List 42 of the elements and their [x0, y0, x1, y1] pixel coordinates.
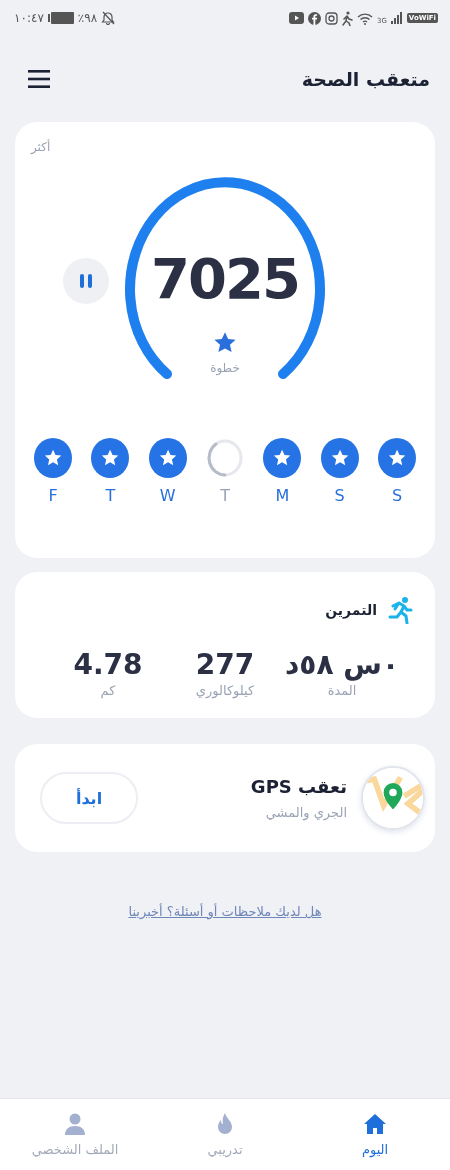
clock-text: ١٠:٤٧ [14, 11, 44, 25]
video-icon [288, 12, 304, 24]
wifi-icon [356, 11, 373, 25]
nav-tab[interactable]: تدريبي [150, 1099, 300, 1170]
section-title: التمرين [325, 602, 377, 618]
step-count: 7025 [151, 246, 299, 311]
stat-value: 4.78 [73, 648, 143, 681]
stat-label: كم [100, 683, 116, 698]
day-label: W [159, 486, 176, 505]
nav-tab[interactable]: الملف الشخصي [0, 1099, 150, 1170]
stat-label: المدة [327, 683, 357, 698]
day-label: T [220, 486, 230, 505]
camera-icon [324, 11, 338, 25]
feedback-link[interactable]: هل لديك ملاحظات أو أسئلة؟ أخبرينا [128, 904, 322, 919]
app-title: متعقب الصحة [301, 68, 430, 90]
stat-label: كيلوكالوري [195, 683, 255, 698]
gps-subtitle: الجري والمشي [264, 805, 347, 820]
social-icon [307, 11, 321, 25]
day-label: S [334, 486, 345, 505]
pause-button[interactable] [63, 258, 109, 304]
battery-text: ٪٩٨ [77, 11, 98, 25]
running-icon [387, 596, 413, 624]
stat-value: 277 [195, 648, 255, 681]
walking-icon [341, 10, 353, 26]
gps-title: تعقب GPS [249, 776, 347, 797]
map-pin-icon [361, 766, 425, 830]
home-icon [363, 1112, 387, 1136]
bell-off-icon [101, 11, 116, 25]
menu-icon[interactable] [28, 70, 50, 88]
signal-icon [390, 12, 403, 24]
battery-icon [47, 12, 74, 24]
day-label: S [391, 486, 403, 505]
more-link[interactable]: أكثر [31, 140, 51, 154]
day-label: M [275, 486, 290, 505]
start-button[interactable]: ابدأ [40, 772, 138, 824]
day-label: T [105, 486, 116, 505]
steps-label: خطوة [210, 361, 240, 375]
day-label: F [48, 486, 58, 505]
pause-icon[interactable] [80, 274, 92, 288]
person-icon [63, 1112, 87, 1136]
nav-tab[interactable]: اليوم [300, 1099, 450, 1170]
stat-value: ٠س ٥٨د [284, 648, 399, 681]
